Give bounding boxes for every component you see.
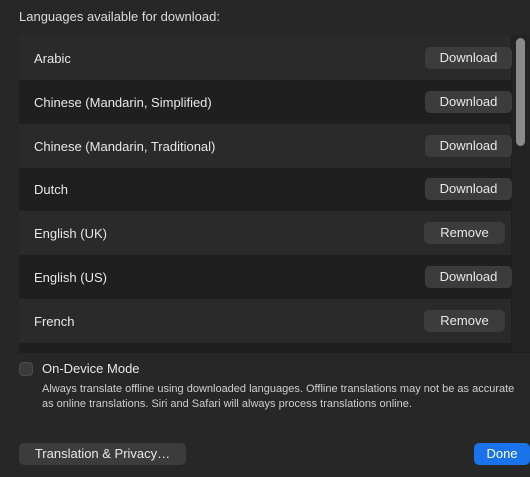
translation-languages-dialog: Languages available for download: Arabic… [0,0,530,477]
language-row: Dutch Download [19,167,512,211]
language-row: French Remove [19,299,511,343]
download-button[interactable]: Download [425,178,512,200]
done-button[interactable]: Done [474,443,530,465]
language-name: French [34,313,75,329]
on-device-mode-label: On-Device Mode [42,361,140,376]
languages-header: Languages available for download: [19,9,220,24]
translation-privacy-button[interactable]: Translation & Privacy… [19,443,186,465]
language-name: English (UK) [34,225,107,241]
language-row: English (UK) Remove [19,211,511,255]
download-button[interactable]: Download [425,47,512,69]
language-name: Arabic [34,50,71,66]
scrollbar-thumb[interactable] [516,38,525,146]
on-device-mode-description: Always translate offline using downloade… [42,383,515,410]
language-row [19,343,511,353]
remove-button[interactable]: Remove [424,222,505,244]
languages-list[interactable]: Arabic Download Chinese (Mandarin, Simpl… [19,35,530,353]
on-device-mode-checkbox[interactable] [19,361,33,376]
remove-button[interactable]: Remove [424,310,505,332]
download-button[interactable]: Download [425,91,512,113]
language-row: Chinese (Mandarin, Traditional) Download [19,124,512,168]
language-name: Chinese (Mandarin, Traditional) [34,138,216,154]
language-row: Arabic Download [19,36,512,80]
language-row: English (US) Download [19,255,512,299]
language-name: English (US) [34,269,107,285]
language-name: Dutch [34,181,68,197]
language-row: Chinese (Mandarin, Simplified) Download [19,80,512,124]
download-button[interactable]: Download [425,135,512,157]
language-name: Chinese (Mandarin, Simplified) [34,94,212,110]
on-device-mode-option[interactable]: On-Device Mode [19,361,140,376]
download-button[interactable]: Download [425,266,512,288]
